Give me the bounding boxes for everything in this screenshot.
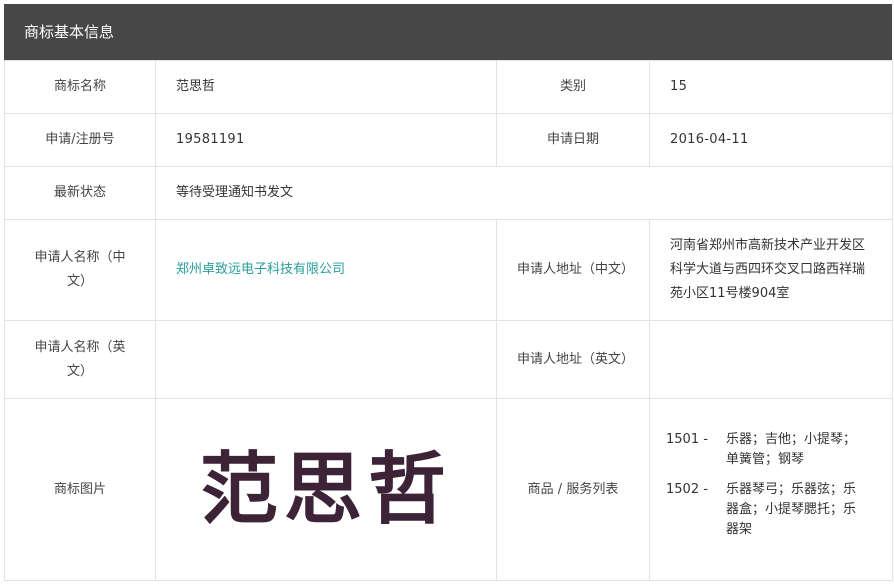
table-row: 申请/注册号 19581191 申请日期 2016-04-11 <box>4 113 893 167</box>
category-label: 类别 <box>496 60 650 114</box>
goods-description: 乐器琴弓；乐器弦；乐器盒；小提琴腮托；乐器架 <box>726 481 857 537</box>
applicant-address-en-label: 申请人地址（英文） <box>496 320 650 399</box>
table-row: 商标名称 范思哲 类别 15 <box>4 60 893 114</box>
category-value: 15 <box>649 60 893 114</box>
list-item: 1502 - 乐器琴弓；乐器弦；乐器盒；小提琴腮托；乐器架 <box>666 480 876 540</box>
applicant-name-cn-cell: 郑州卓致远电子科技有限公司 <box>155 219 497 321</box>
application-date-value: 2016-04-11 <box>649 113 893 167</box>
trademark-mark-text: 范思哲 <box>199 444 452 535</box>
goods-services-label: 商品 / 服务列表 <box>496 398 650 581</box>
panel-title: 商标基本信息 <box>4 4 892 60</box>
goods-services-cell: 1501 - 乐器；吉他；小提琴；单簧管；钢琴 1502 - 乐器琴弓；乐器弦；… <box>649 398 893 581</box>
table-row: 申请人名称（中文） 郑州卓致远电子科技有限公司 申请人地址（中文） 河南省郑州市… <box>4 219 893 321</box>
goods-description: 乐器；吉他；小提琴；单簧管；钢琴 <box>726 431 857 467</box>
trademark-name-label: 商标名称 <box>4 60 156 114</box>
trademark-info-panel: 商标基本信息 商标名称 范思哲 类别 15 申请/注册号 19581191 申请… <box>4 4 893 581</box>
goods-services-list: 1501 - 乐器；吉他；小提琴；单簧管；钢琴 1502 - 乐器琴弓；乐器弦；… <box>650 420 892 560</box>
trademark-image-label: 商标图片 <box>4 398 156 581</box>
application-date-label: 申请日期 <box>496 113 650 167</box>
list-item: 1501 - 乐器；吉他；小提琴；单簧管；钢琴 <box>666 430 876 470</box>
goods-code: 1501 - <box>666 431 708 447</box>
latest-status-label: 最新状态 <box>4 166 156 220</box>
registration-number-value: 19581191 <box>155 113 497 167</box>
trademark-image: 范思哲 <box>156 400 496 580</box>
table-row: 商标图片 范思哲 商品 / 服务列表 1501 - 乐器；吉他；小提琴；单簧管；… <box>4 398 893 581</box>
applicant-address-cn-value: 河南省郑州市高新技术产业开发区科学大道与西四环交叉口路西祥瑞苑小区11号楼904… <box>649 219 893 321</box>
table-row: 最新状态 等待受理通知书发文 <box>4 166 893 220</box>
registration-number-label: 申请/注册号 <box>4 113 156 167</box>
applicant-name-en-value <box>155 320 497 399</box>
applicant-name-en-label: 申请人名称（英文） <box>4 320 156 399</box>
applicant-address-cn-label: 申请人地址（中文） <box>496 219 650 321</box>
trademark-image-cell: 范思哲 <box>155 398 497 581</box>
trademark-info-table: 商标名称 范思哲 类别 15 申请/注册号 19581191 申请日期 2016… <box>4 60 893 581</box>
trademark-name-value: 范思哲 <box>155 60 497 114</box>
applicant-name-cn-label: 申请人名称（中文） <box>4 219 156 321</box>
table-row: 申请人名称（英文） 申请人地址（英文） <box>4 320 893 399</box>
applicant-name-cn-link[interactable]: 郑州卓致远电子科技有限公司 <box>176 262 345 277</box>
goods-code: 1502 - <box>666 481 708 497</box>
applicant-address-en-value <box>649 320 893 399</box>
latest-status-value: 等待受理通知书发文 <box>155 166 893 220</box>
